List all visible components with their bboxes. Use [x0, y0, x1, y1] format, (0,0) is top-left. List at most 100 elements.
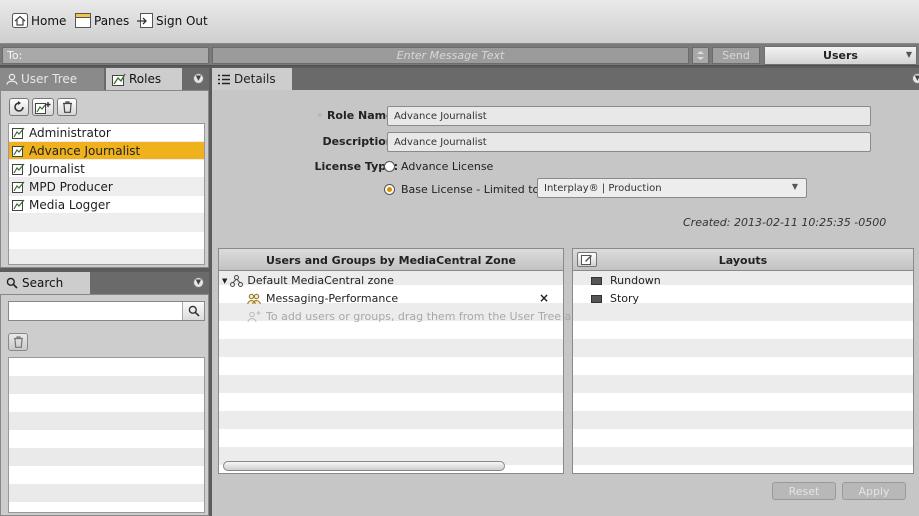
stepper-arrows-icon — [697, 51, 704, 60]
tab-user-tree-label: User Tree — [21, 72, 78, 86]
panes-icon — [75, 13, 91, 28]
list-item-label: Advance Journalist — [29, 143, 141, 158]
magnifier-icon — [188, 305, 200, 317]
role-name-label: • Role Name: — [316, 109, 398, 122]
zone-tree-item[interactable]: ▼ Default MediaCentral zone — [222, 274, 394, 287]
add-role-icon — [35, 101, 51, 114]
advance-license-radio[interactable] — [384, 161, 395, 172]
role-icon — [12, 199, 25, 211]
group-item[interactable]: Messaging-Performance — [247, 292, 398, 305]
layout-item-story[interactable]: Story — [591, 292, 639, 305]
chevron-down-icon: ▼ — [791, 182, 798, 191]
group-icon — [247, 293, 261, 304]
message-input[interactable]: Enter Message Text — [212, 47, 689, 64]
message-stepper[interactable] — [692, 47, 709, 64]
base-license-radio[interactable] — [384, 184, 395, 195]
limited-to-dropdown[interactable]: Interplay® | Production ▼ — [537, 178, 807, 198]
list-item-label: Administrator — [29, 125, 111, 140]
details-collapse-icon[interactable]: ▼ — [912, 73, 919, 84]
search-results-list — [8, 357, 205, 513]
search-icon — [6, 277, 18, 289]
details-pane: • Role Name: Advance Journalist Descript… — [212, 90, 919, 516]
edit-icon — [581, 255, 592, 265]
list-item-label: Media Logger — [29, 197, 111, 212]
users-groups-header: Users and Groups by MediaCentral Zone — [219, 249, 563, 271]
roles-panel-collapse-icon[interactable]: ▼ — [193, 73, 204, 84]
search-panel-collapse-icon[interactable]: ▼ — [193, 277, 204, 288]
drag-hint-text: To add users or groups, drag them from t… — [266, 310, 596, 323]
reset-button[interactable]: Reset — [772, 482, 836, 500]
panes-button[interactable]: Panes — [75, 13, 129, 28]
apply-button[interactable]: Apply — [842, 482, 906, 500]
layout-icon — [591, 294, 602, 303]
list-item-mpd-producer[interactable]: MPD Producer — [9, 178, 204, 196]
trash-icon — [62, 101, 72, 113]
list-item-media-logger[interactable]: Media Logger — [9, 196, 204, 214]
role-icon — [12, 163, 25, 175]
search-tab-bar: Search ▼ — [0, 272, 209, 294]
role-name-field[interactable]: Advance Journalist — [387, 106, 871, 126]
layout-item-label: Story — [610, 292, 640, 305]
clear-search-button[interactable] — [8, 333, 28, 351]
role-icon — [12, 181, 25, 193]
advance-license-label: Advance License — [401, 160, 494, 173]
zone-icon — [230, 274, 244, 287]
trash-icon — [13, 336, 23, 348]
layout-icon — [591, 276, 602, 285]
roles-list: Administrator Advance Journalist Journal… — [8, 123, 205, 265]
list-item-empty — [9, 250, 204, 264]
search-panel — [0, 294, 209, 516]
tab-search[interactable]: Search — [0, 272, 90, 294]
add-role-button[interactable] — [32, 98, 54, 116]
tab-search-label: Search — [22, 276, 64, 290]
license-type-label: License Type: — [314, 160, 398, 173]
created-timestamp: Created: 2013-02-11 10:25:35 -0500 — [683, 216, 887, 229]
send-button[interactable]: Send — [712, 47, 760, 64]
tab-roles[interactable]: Roles — [106, 68, 182, 90]
home-button[interactable]: Home — [12, 13, 66, 28]
role-icon — [12, 127, 25, 139]
edit-layouts-button[interactable] — [577, 252, 597, 267]
drag-hint: To add users or groups, drag them from t… — [247, 310, 596, 323]
layouts-panel: Layouts Rundown Story — [572, 248, 914, 474]
tab-details-label: Details — [234, 72, 276, 86]
users-dropdown[interactable]: Users ▼ — [764, 46, 917, 65]
delete-role-button[interactable] — [57, 98, 77, 116]
sign-out-button[interactable]: Sign Out — [137, 13, 208, 28]
details-tab-bar: Details ▼ — [212, 68, 919, 90]
roles-panel: Administrator Advance Journalist Journal… — [0, 90, 209, 268]
list-item-empty — [9, 214, 204, 232]
layout-item-rundown[interactable]: Rundown — [591, 274, 661, 287]
top-toolbar: Home Panes Sign Out — [0, 0, 919, 44]
sign-out-icon — [137, 13, 153, 28]
search-submit-button[interactable] — [182, 302, 204, 320]
description-field[interactable]: Advance Journalist — [387, 132, 871, 152]
tab-details[interactable]: Details — [212, 68, 292, 90]
home-label: Home — [31, 13, 67, 28]
roles-icon — [112, 73, 126, 86]
group-label: Messaging-Performance — [266, 292, 399, 305]
list-item-label: MPD Producer — [29, 179, 113, 194]
refresh-icon — [14, 101, 24, 112]
role-icon — [12, 145, 25, 157]
users-groups-panel: Users and Groups by MediaCentral Zone ▼ … — [218, 248, 596, 474]
add-user-icon — [247, 310, 261, 322]
tab-user-tree[interactable]: User Tree — [0, 68, 104, 90]
description-label: Description: — [322, 135, 398, 148]
list-item-administrator[interactable]: Administrator — [9, 124, 204, 142]
role-form: • Role Name: Advance Journalist Descript… — [220, 96, 912, 238]
list-item-label: Journalist — [29, 161, 85, 176]
search-input[interactable] — [8, 301, 205, 321]
layout-item-label: Rundown — [610, 274, 661, 287]
remove-group-button[interactable]: × — [539, 291, 549, 305]
layouts-header: Layouts — [573, 249, 913, 271]
list-item-advance-journalist[interactable]: Advance Journalist — [9, 142, 204, 160]
base-license-label: Base License - Limited to: — [401, 183, 543, 196]
refresh-button[interactable] — [9, 98, 29, 116]
to-field[interactable]: To: — [2, 47, 209, 64]
limited-to-value: Interplay® | Production — [544, 183, 662, 194]
zone-label: Default MediaCentral zone — [247, 274, 394, 287]
chevron-down-icon: ▼ — [905, 50, 912, 59]
list-item-journalist[interactable]: Journalist — [9, 160, 204, 178]
users-groups-scrollbar[interactable] — [223, 461, 505, 471]
